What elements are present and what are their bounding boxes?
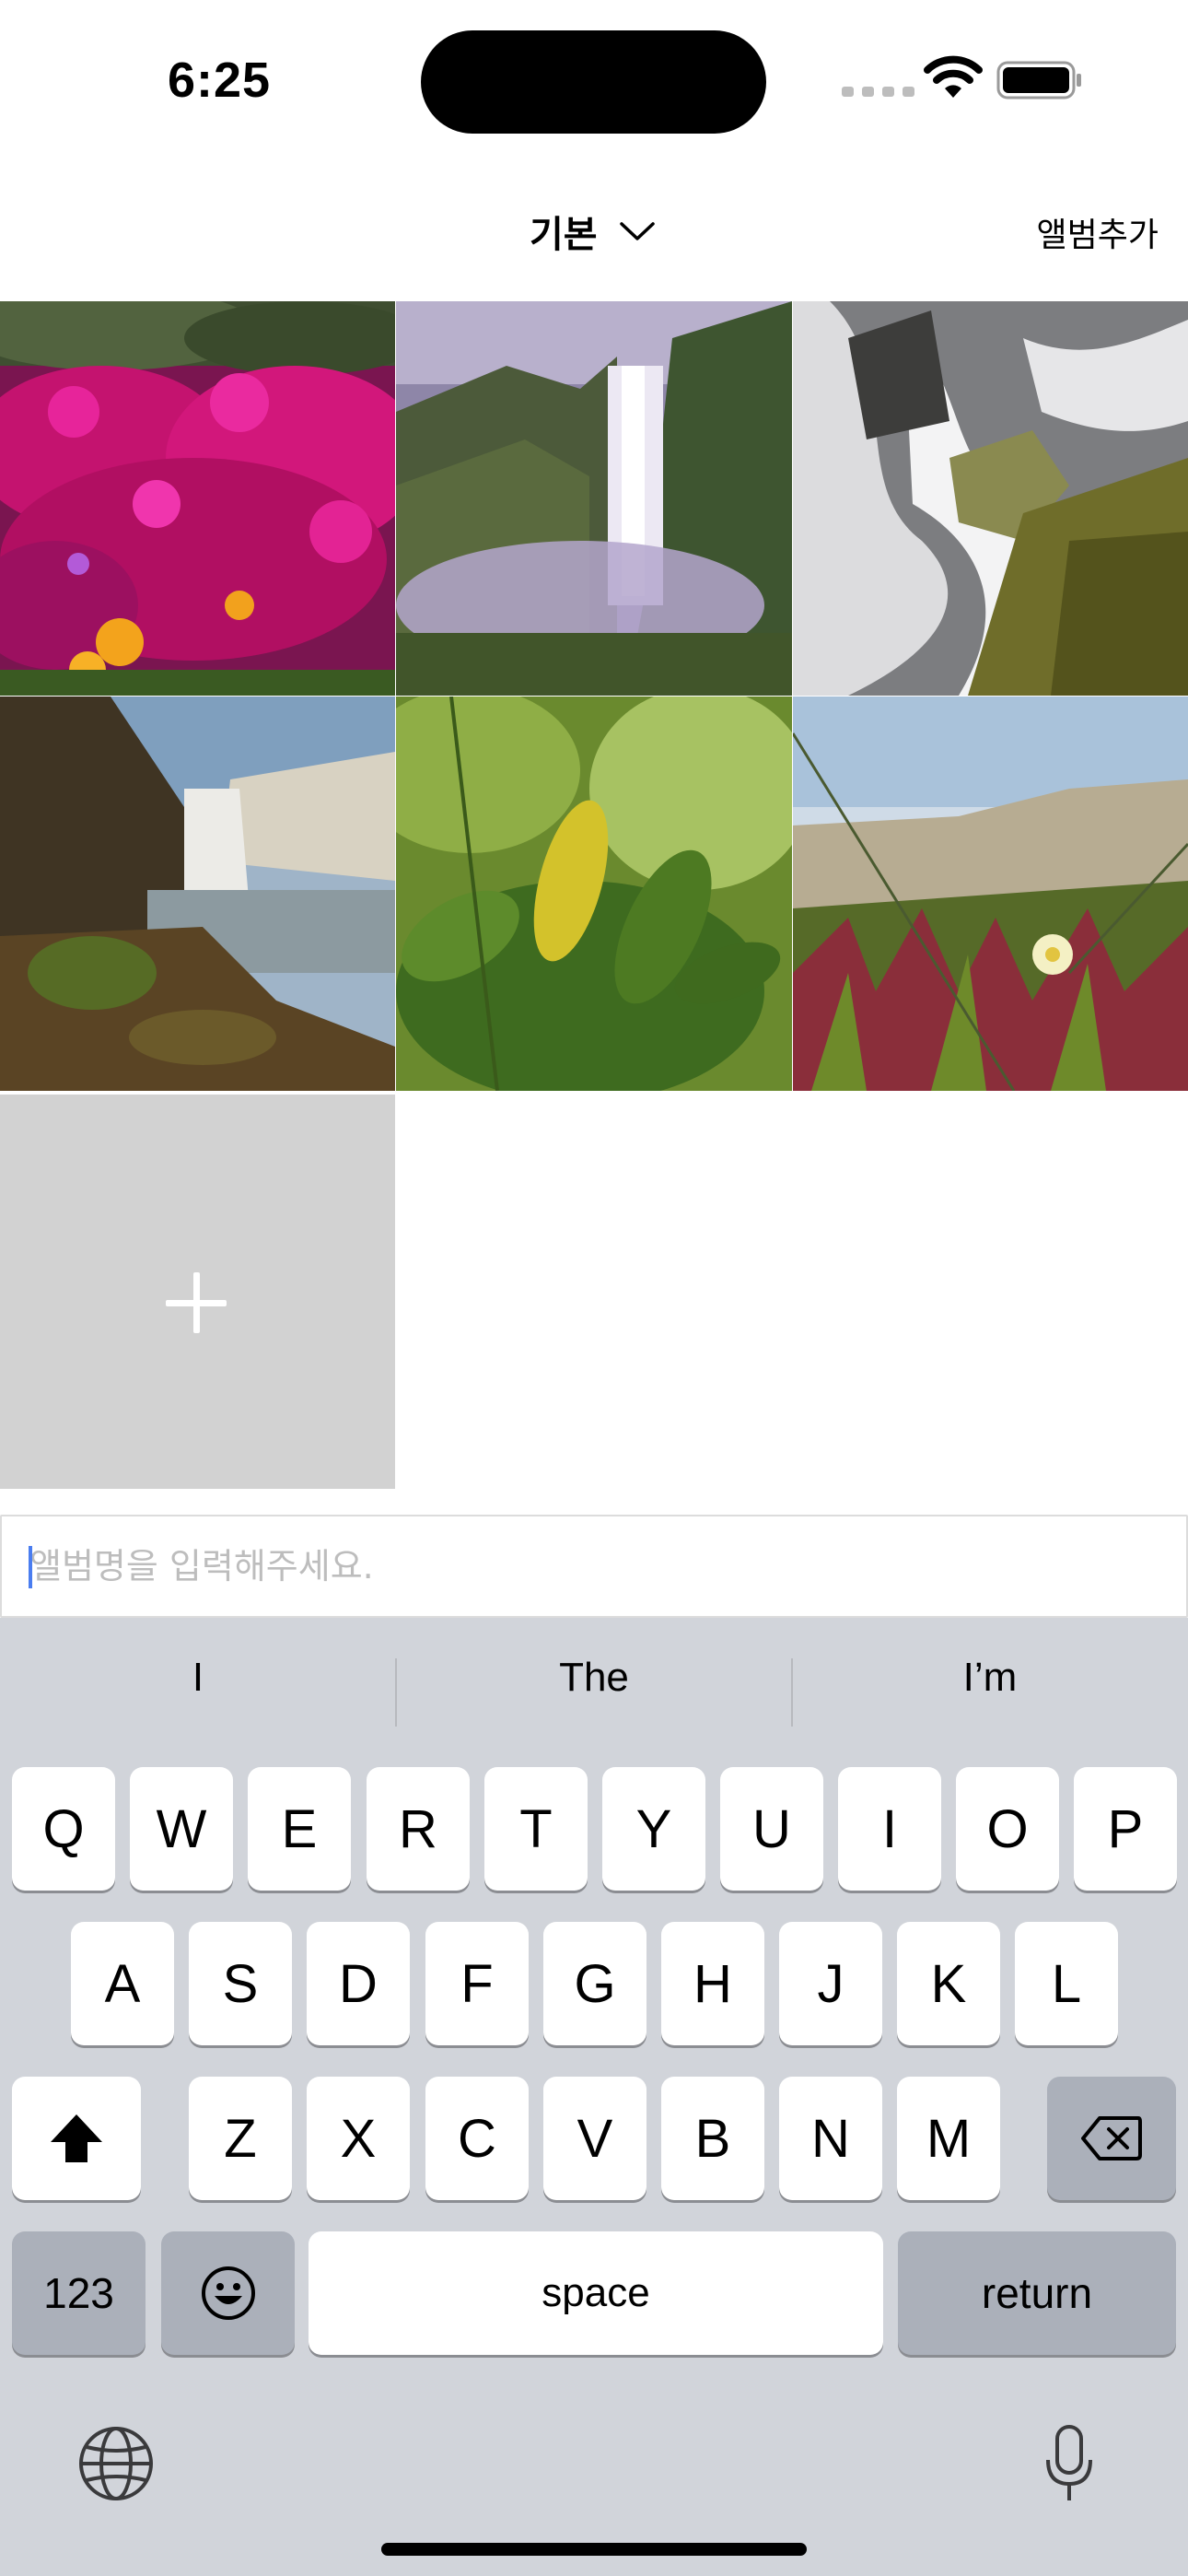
suggestion-1[interactable]: I — [0, 1655, 396, 1701]
suggestion-2[interactable]: The — [396, 1655, 792, 1701]
battery-icon — [996, 61, 1081, 100]
return-key[interactable]: return — [898, 2231, 1176, 2355]
emoji-icon — [201, 2266, 255, 2320]
key-b[interactable]: B — [661, 2077, 764, 2200]
text-caret — [29, 1546, 32, 1588]
key-f[interactable]: F — [425, 1922, 529, 2045]
key-p[interactable]: P — [1074, 1767, 1177, 1891]
key-s[interactable]: S — [189, 1922, 292, 2045]
key-w[interactable]: W — [130, 1767, 233, 1891]
shift-key[interactable] — [12, 2077, 141, 2200]
photo-ice-plant-dune[interactable] — [793, 697, 1188, 1091]
delete-key[interactable] — [1047, 2077, 1176, 2200]
key-t[interactable]: T — [484, 1767, 588, 1891]
suggestion-3[interactable]: I’m — [792, 1655, 1188, 1701]
key-h[interactable]: H — [661, 1922, 764, 2045]
key-z[interactable]: Z — [189, 2077, 292, 2200]
key-n[interactable]: N — [779, 2077, 882, 2200]
photo-tall-waterfall[interactable] — [396, 301, 792, 696]
key-y[interactable]: Y — [602, 1767, 705, 1891]
shift-icon — [51, 2114, 102, 2162]
key-r[interactable]: R — [367, 1767, 470, 1891]
key-d[interactable]: D — [307, 1922, 410, 2045]
key-j[interactable]: J — [779, 1922, 882, 2045]
key-e[interactable]: E — [248, 1767, 351, 1891]
key-c[interactable]: C — [425, 2077, 529, 2200]
space-key[interactable]: space — [309, 2231, 883, 2355]
home-indicator[interactable] — [381, 2543, 807, 2556]
key-l[interactable]: L — [1015, 1922, 1118, 2045]
photo-grid — [0, 301, 1188, 1091]
key-k[interactable]: K — [897, 1922, 1000, 2045]
dynamic-island — [421, 30, 766, 134]
numbers-key[interactable]: 123 — [12, 2231, 146, 2355]
wifi-icon — [924, 55, 983, 98]
photo-waterfall-coast[interactable] — [0, 697, 395, 1091]
photo-rocky-cascade[interactable] — [793, 301, 1188, 696]
key-q[interactable]: Q — [12, 1767, 115, 1891]
album-name-input[interactable] — [0, 1515, 1188, 1618]
album-selector[interactable]: 기본 — [530, 205, 657, 258]
photo-green-leaves[interactable] — [396, 697, 792, 1091]
key-m[interactable]: M — [897, 2077, 1000, 2200]
key-o[interactable]: O — [956, 1767, 1059, 1891]
key-g[interactable]: G — [543, 1922, 646, 2045]
microphone-icon[interactable] — [1042, 2423, 1096, 2504]
add-album-button[interactable]: 앨범추가 — [1037, 208, 1159, 256]
plus-icon-vertical — [193, 1272, 200, 1333]
cellular-signal-icon — [842, 87, 914, 97]
key-x[interactable]: X — [307, 2077, 410, 2200]
key-a[interactable]: A — [71, 1922, 174, 2045]
album-title: 기본 — [530, 214, 598, 256]
backspace-icon — [1081, 2116, 1142, 2160]
key-u[interactable]: U — [720, 1767, 823, 1891]
key-i[interactable]: I — [838, 1767, 941, 1891]
key-v[interactable]: V — [543, 2077, 646, 2200]
emoji-key[interactable] — [161, 2231, 295, 2355]
globe-icon[interactable] — [77, 2425, 155, 2502]
status-time: 6:25 — [168, 53, 272, 108]
photo-pink-flowers[interactable] — [0, 301, 395, 696]
chevron-down-icon — [619, 222, 655, 240]
